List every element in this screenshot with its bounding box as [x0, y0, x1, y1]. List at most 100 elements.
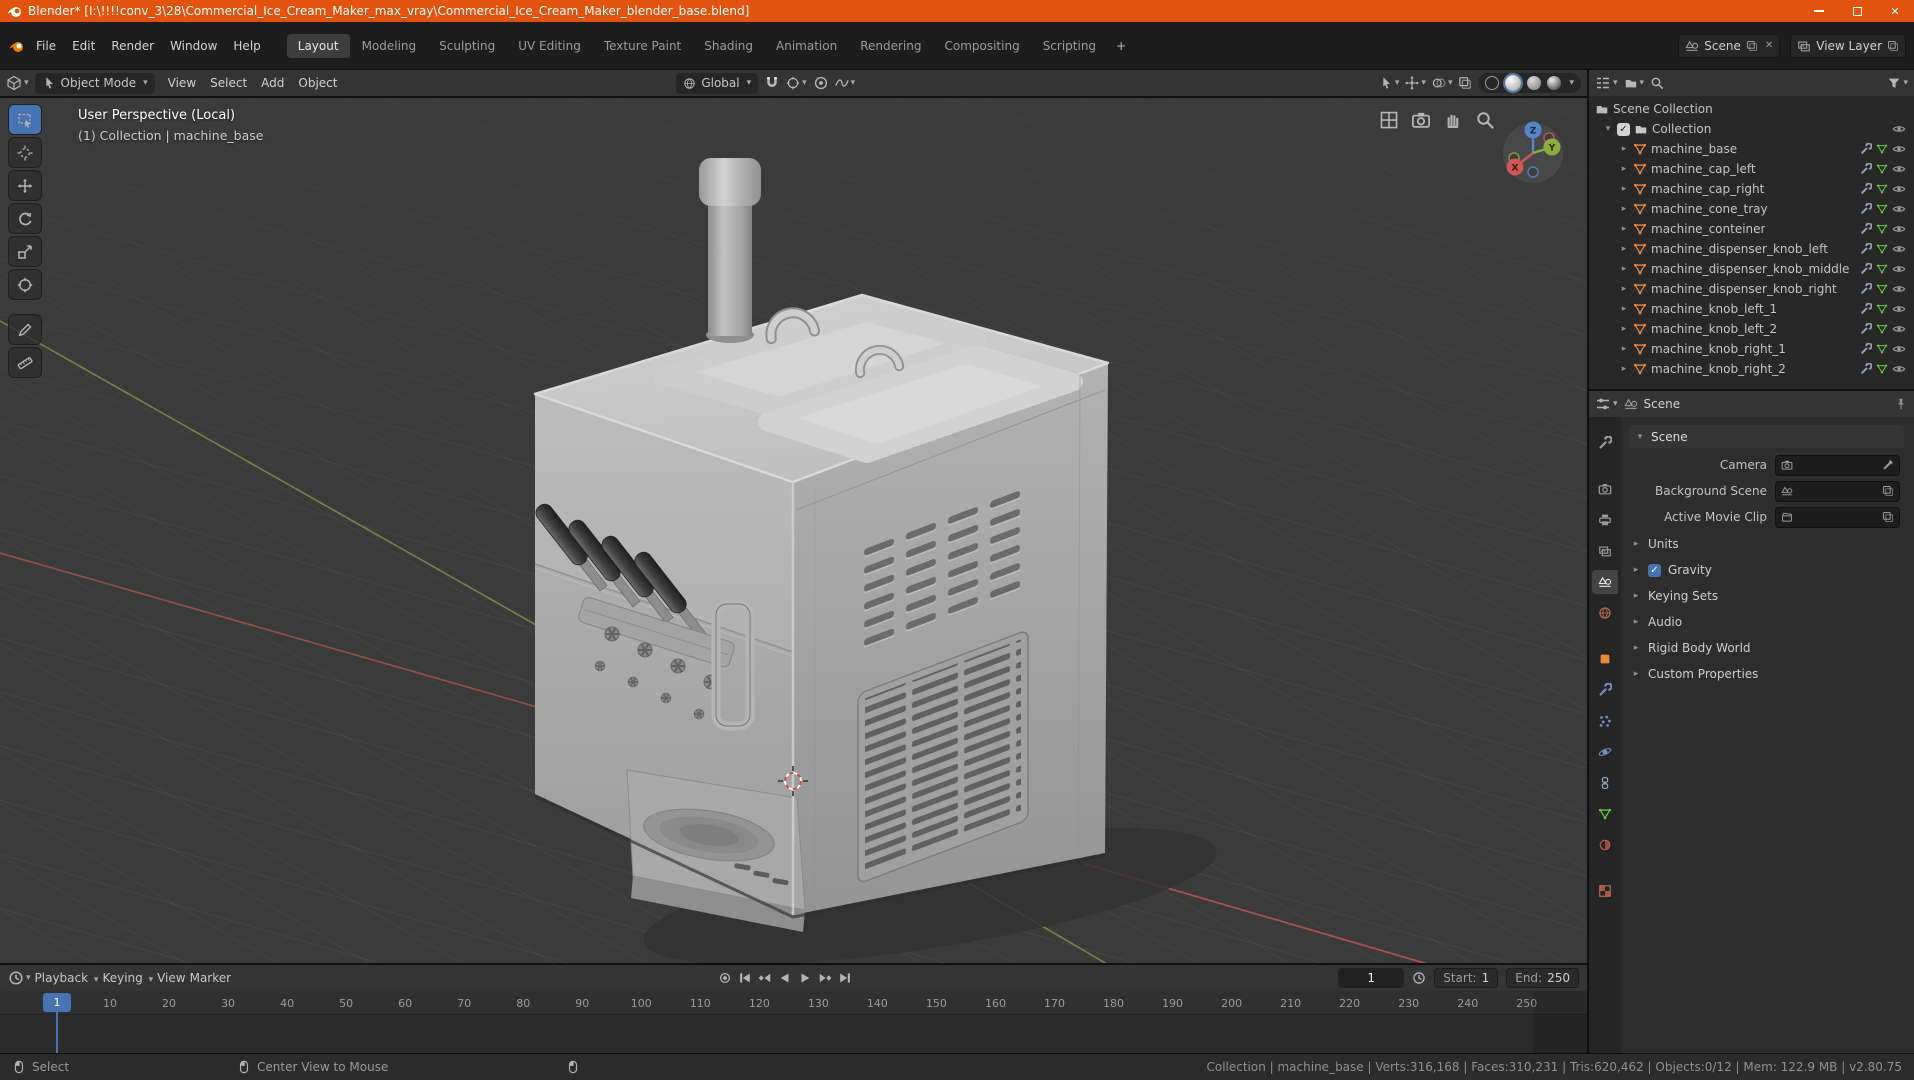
- shading-wireframe-icon[interactable]: [1485, 76, 1500, 90]
- minimize-button[interactable]: [1800, 0, 1838, 22]
- display-mode-dropdown[interactable]: ▾: [1624, 76, 1644, 90]
- visibility-eye-icon[interactable]: [1892, 242, 1906, 256]
- scene-selector[interactable]: Scene ✕: [1678, 33, 1781, 58]
- scene-collection-row[interactable]: Scene Collection: [1593, 99, 1910, 119]
- tab-particles[interactable]: [1592, 709, 1618, 733]
- tab-scene[interactable]: [1592, 570, 1618, 594]
- jump-to-end-icon[interactable]: [838, 971, 852, 985]
- pan-view-icon[interactable]: [1443, 110, 1463, 130]
- workspace-tab[interactable]: Animation: [765, 34, 848, 58]
- play-reverse-icon[interactable]: [778, 971, 792, 985]
- workspace-tab[interactable]: Shading: [693, 34, 764, 58]
- outliner-object-row[interactable]: ▸ machine_knob_left_2: [1593, 319, 1910, 339]
- gravity-checkbox[interactable]: ✓: [1648, 563, 1661, 577]
- zoom-view-icon[interactable]: [1475, 110, 1495, 130]
- workspace-tab[interactable]: Texture Paint: [593, 34, 692, 58]
- outliner-object-row[interactable]: ▸ machine_cap_right: [1593, 179, 1910, 199]
- tab-output[interactable]: [1592, 508, 1618, 532]
- workspace-tab-layout[interactable]: Layout: [286, 33, 350, 58]
- visibility-eye-icon[interactable]: [1892, 162, 1906, 176]
- properties-editor-type-button[interactable]: ▾: [1595, 396, 1618, 412]
- tab-render[interactable]: [1592, 477, 1618, 501]
- section-gravity[interactable]: ▸ ✓ Gravity: [1629, 558, 1904, 582]
- tab-object-data[interactable]: [1592, 802, 1618, 826]
- new-view-layer-icon[interactable]: [1887, 40, 1899, 52]
- auto-key-icon[interactable]: [718, 971, 732, 985]
- viewport-menu-item[interactable]: Add: [254, 73, 291, 93]
- preview-range-icon[interactable]: [1412, 971, 1426, 985]
- outliner-object-row[interactable]: ▸ machine_cone_tray: [1593, 199, 1910, 219]
- snap-settings-dropdown[interactable]: ▾: [786, 76, 807, 90]
- outliner-object-row[interactable]: ▸ machine_knob_right_2: [1593, 359, 1910, 379]
- view-layer-selector[interactable]: View Layer: [1790, 33, 1906, 58]
- play-icon[interactable]: [798, 971, 812, 985]
- marker-menu[interactable]: Marker: [190, 971, 231, 985]
- outliner-object-row[interactable]: ▸ machine_knob_left_1: [1593, 299, 1910, 319]
- collection-visibility-icon[interactable]: [1892, 122, 1906, 136]
- workspace-tab[interactable]: Rendering: [849, 34, 932, 58]
- visibility-eye-icon[interactable]: [1892, 302, 1906, 316]
- maximize-button[interactable]: [1838, 0, 1876, 22]
- ice-cream-machine-model[interactable]: [532, 158, 1110, 932]
- prev-keyframe-icon[interactable]: [758, 971, 772, 985]
- tab-texture[interactable]: [1592, 879, 1618, 903]
- scene-panel-header[interactable]: ▾ Scene: [1629, 425, 1904, 448]
- timeline-ruler[interactable]: 10 20 30 40 50 60 70 80 90 100 110 120 130 140 150 160 1…: [0, 991, 1587, 1015]
- workspace-tab[interactable]: Sculpting: [428, 34, 506, 58]
- shading-material-icon[interactable]: [1527, 76, 1542, 90]
- collection-checkbox[interactable]: ✓: [1617, 122, 1630, 136]
- new-clip-icon[interactable]: [1882, 511, 1894, 523]
- visibility-eye-icon[interactable]: [1892, 142, 1906, 156]
- outliner-object-row[interactable]: ▸ machine_knob_right_1: [1593, 339, 1910, 359]
- topbar-menu-item[interactable]: Edit: [64, 35, 103, 57]
- falloff-dropdown[interactable]: ▾: [835, 76, 855, 90]
- workspace-tab[interactable]: Scripting: [1032, 34, 1107, 58]
- xray-toggle-icon[interactable]: [1458, 76, 1472, 90]
- tab-world[interactable]: [1592, 601, 1618, 625]
- blender-menu-icon[interactable]: [8, 38, 24, 54]
- tool-scale[interactable]: [8, 236, 42, 267]
- section-rigid-body-world[interactable]: ▸ Rigid Body World: [1629, 636, 1904, 660]
- tab-modifiers[interactable]: [1592, 678, 1618, 702]
- visibility-eye-icon[interactable]: [1892, 322, 1906, 336]
- workspace-tab[interactable]: UV Editing: [507, 34, 592, 58]
- navigation-gizmo[interactable]: Z Y X: [1501, 120, 1565, 184]
- close-button[interactable]: ✕: [1876, 0, 1914, 22]
- visibility-dropdown[interactable]: ▾: [1379, 76, 1399, 90]
- eyedropper-icon[interactable]: [1882, 459, 1894, 471]
- topbar-menu-item[interactable]: Help: [225, 35, 268, 57]
- filter-dropdown[interactable]: ▾: [1887, 76, 1908, 90]
- orientation-dropdown[interactable]: Global ▾: [676, 72, 759, 94]
- current-frame-field[interactable]: 1: [1338, 968, 1405, 988]
- toggle-perspective-icon[interactable]: [1379, 110, 1399, 130]
- tool-measure[interactable]: [8, 347, 42, 378]
- visibility-eye-icon[interactable]: [1892, 182, 1906, 196]
- visibility-eye-icon[interactable]: [1892, 342, 1906, 356]
- section-audio[interactable]: ▸ Audio: [1629, 610, 1904, 634]
- outliner-object-row[interactable]: ▸ machine_dispenser_knob_right: [1593, 279, 1910, 299]
- frame-end-field[interactable]: End: 250: [1506, 968, 1579, 988]
- tab-physics[interactable]: [1592, 740, 1618, 764]
- tool-select-box[interactable]: [8, 104, 42, 135]
- outliner-object-row[interactable]: ▸ machine_dispenser_knob_middle: [1593, 259, 1910, 279]
- gizmos-dropdown[interactable]: ▾: [1405, 76, 1426, 90]
- keying-menu[interactable]: Keying ▾: [102, 971, 153, 985]
- tab-view-layer[interactable]: [1592, 539, 1618, 563]
- background-scene-field[interactable]: [1775, 480, 1900, 502]
- visibility-eye-icon[interactable]: [1892, 202, 1906, 216]
- workspace-tab[interactable]: Modeling: [351, 34, 428, 58]
- outliner-object-row[interactable]: ▸ machine_dispenser_knob_left: [1593, 239, 1910, 259]
- playback-menu[interactable]: Playback ▾: [35, 971, 99, 985]
- pin-icon[interactable]: [1894, 397, 1908, 411]
- add-workspace-button[interactable]: +: [1108, 34, 1134, 58]
- tool-rotate[interactable]: [8, 203, 42, 234]
- editor-type-button[interactable]: ▾: [6, 75, 29, 91]
- timeline-editor-type-button[interactable]: ▾: [8, 970, 31, 986]
- movie-clip-field[interactable]: [1775, 506, 1900, 528]
- outliner-object-row[interactable]: ▸ machine_conteiner: [1593, 219, 1910, 239]
- 3d-viewport[interactable]: User Perspective (Local) (1) Collection …: [0, 98, 1587, 963]
- topbar-menu-item[interactable]: File: [28, 35, 64, 57]
- tool-cursor[interactable]: [8, 137, 42, 168]
- unlink-scene-icon[interactable]: ✕: [1765, 40, 1773, 51]
- visibility-eye-icon[interactable]: [1892, 222, 1906, 236]
